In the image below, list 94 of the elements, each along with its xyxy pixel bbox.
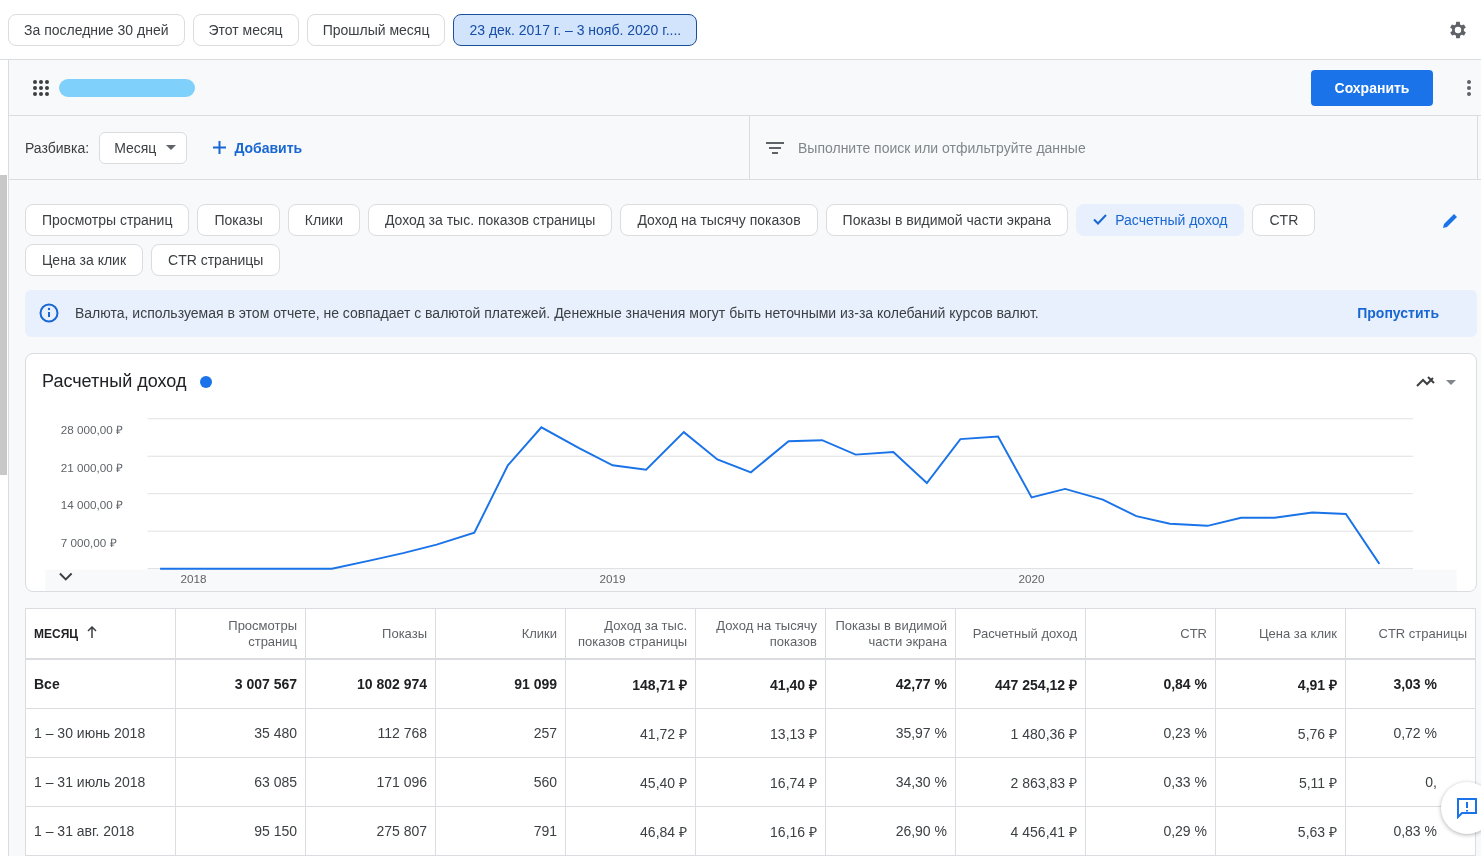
- table-cell: 63 085: [175, 757, 306, 807]
- pencil-icon[interactable]: [1441, 211, 1459, 230]
- y-axis-label: 7 000,00 ₽: [60, 535, 117, 549]
- x-axis-label: 2018: [180, 572, 207, 586]
- column-header[interactable]: Просмотры страниц: [175, 608, 306, 659]
- x-axis-label: 2019: [599, 572, 626, 586]
- metric-chip[interactable]: Просмотры страниц: [25, 203, 190, 236]
- table-cell: 148,71 ₽: [565, 659, 696, 709]
- table-cell: 4,91 ₽: [1215, 659, 1346, 709]
- metric-chip[interactable]: Доход на тысячу показов: [620, 203, 818, 236]
- table-cell: 41,40 ₽: [695, 659, 826, 709]
- x-axis-label: 2020: [1018, 572, 1045, 586]
- table-cell: 0,23 %: [1085, 708, 1216, 758]
- table-cell: 34,30 %: [825, 757, 956, 807]
- table-cell: 112 768: [305, 708, 436, 758]
- plus-icon: [213, 141, 227, 155]
- table-cell: 1 480,36 ₽: [955, 708, 1086, 758]
- table-cell: 3 007 567: [175, 659, 306, 709]
- table-cell: 95 150: [175, 806, 306, 856]
- search-field[interactable]: Выполните поиск или отфильтруйте данные: [796, 138, 1477, 157]
- skip-link[interactable]: Пропустить: [1351, 304, 1445, 323]
- column-header[interactable]: Клики: [435, 608, 566, 659]
- table-cell: 13,13 ₽: [695, 708, 826, 758]
- table-cell: 257: [435, 708, 566, 758]
- table-cell: 3,03 %: [1345, 659, 1476, 709]
- table-cell: 42,77 %: [825, 659, 956, 709]
- table-cell: 1 – 31 авг. 2018: [25, 806, 176, 856]
- chevron-down-icon[interactable]: [58, 572, 73, 581]
- currency-notice: Валюта, используемая в этом отчете, не совпадает с валютой платежей. Денежные значения могут быть неточными из-за колебаний курсов валют.: [75, 305, 1040, 322]
- chart-type-icon[interactable]: [1416, 374, 1456, 389]
- table-cell: 35 480: [175, 708, 306, 758]
- table-cell: 5,11 ₽: [1215, 757, 1346, 807]
- date-range-chip[interactable]: Этот месяц: [192, 13, 299, 46]
- table-cell: 45,40 ₽: [565, 757, 696, 807]
- table-cell: 91 099: [435, 659, 566, 709]
- column-header[interactable]: Расчетный доход: [955, 608, 1086, 659]
- table-cell: 5,76 ₽: [1215, 708, 1346, 758]
- column-header[interactable]: Доход за тыс. показов страницы: [565, 608, 696, 659]
- table-cell: 10 802 974: [305, 659, 436, 709]
- metric-chip[interactable]: Доход за тыс. показов страницы: [367, 203, 613, 236]
- date-range-chip[interactable]: За последние 30 дней: [8, 13, 185, 46]
- metric-chip[interactable]: Показы: [197, 203, 280, 236]
- table-cell: 447 254,12 ₽: [955, 659, 1086, 709]
- column-header[interactable]: Показы в видимой части экрана: [825, 608, 956, 659]
- table-cell: 26,90 %: [825, 806, 956, 856]
- table-cell: 4 456,41 ₽: [955, 806, 1086, 856]
- info-icon: [39, 303, 59, 324]
- scrollbar-thumb[interactable]: [0, 175, 7, 475]
- more-vert-icon[interactable]: [1467, 79, 1471, 96]
- save-button[interactable]: Сохранить: [1311, 69, 1433, 106]
- metric-chip[interactable]: CTR: [1252, 203, 1316, 236]
- column-header[interactable]: Доход на тысячу показов: [695, 608, 826, 659]
- column-header[interactable]: CTR: [1085, 608, 1216, 659]
- table-cell: 275 807: [305, 806, 436, 856]
- metric-chip[interactable]: Клики: [287, 203, 360, 236]
- table-cell: 1 – 30 июнь 2018: [25, 708, 176, 758]
- table-cell: 0,72 %: [1345, 708, 1476, 758]
- add-button[interactable]: Добавить: [207, 138, 309, 157]
- metric-chip[interactable]: Расчетный доход: [1076, 203, 1245, 236]
- y-axis-label: 28 000,00 ₽: [60, 423, 124, 437]
- table-cell: 2 863,83 ₽: [955, 757, 1086, 807]
- table-cell: 41,72 ₽: [565, 708, 696, 758]
- table-cell: 0,29 %: [1085, 806, 1216, 856]
- metric-chip[interactable]: CTR страницы: [151, 243, 281, 276]
- column-header[interactable]: Цена за клик: [1215, 608, 1346, 659]
- table-cell: 1 – 31 июль 2018: [25, 757, 176, 807]
- column-header[interactable]: CTR страницы: [1345, 608, 1476, 659]
- check-icon: [1093, 214, 1108, 226]
- feedback-icon: [1456, 797, 1478, 819]
- breakdown-dropdown[interactable]: Месяц: [99, 131, 188, 164]
- column-header[interactable]: Показы: [305, 608, 436, 659]
- breakdown-label: Разбивка:: [25, 139, 90, 156]
- caret-icon: [166, 145, 177, 151]
- metric-chip[interactable]: Показы в видимой части экрана: [825, 203, 1069, 236]
- table-cell: 16,74 ₽: [695, 757, 826, 807]
- chart-title: Расчетный доход: [42, 371, 187, 393]
- table-cell: 0,33 %: [1085, 757, 1216, 807]
- y-axis-label: 14 000,00 ₽: [60, 498, 124, 512]
- date-range-chip[interactable]: 23 дек. 2017 г. – 3 нояб. 2020 г....: [453, 13, 698, 46]
- table-cell: 5,63 ₽: [1215, 806, 1346, 856]
- table-cell: Все: [25, 659, 176, 709]
- table-cell: 791: [435, 806, 566, 856]
- table-cell: 16,16 ₽: [695, 806, 826, 856]
- y-axis-label: 21 000,00 ₽: [60, 460, 124, 474]
- table-cell: 171 096: [305, 757, 436, 807]
- date-range-chip[interactable]: Прошлый месяц: [306, 13, 446, 46]
- column-header[interactable]: МЕСЯЦ: [25, 608, 176, 659]
- table-cell: 0,84 %: [1085, 659, 1216, 709]
- table-cell: 560: [435, 757, 566, 807]
- apps-grid-icon[interactable]: [33, 79, 49, 96]
- table-cell: 35,97 %: [825, 708, 956, 758]
- filter-icon[interactable]: [766, 141, 784, 154]
- metric-chip[interactable]: Цена за клик: [25, 243, 144, 276]
- table-cell: 46,84 ₽: [565, 806, 696, 856]
